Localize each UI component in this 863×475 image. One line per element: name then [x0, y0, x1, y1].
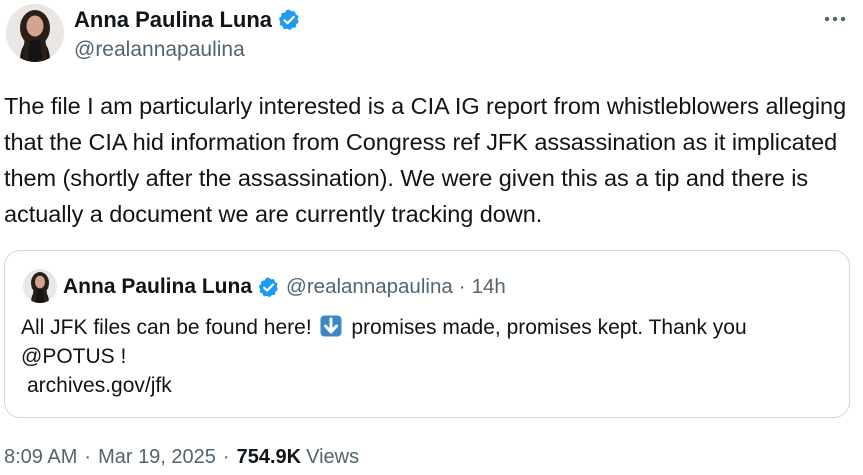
quote-text-part2: promises made, promises kept. Thank you — [351, 316, 747, 339]
author-block: Anna Paulina Luna @realannapaulina — [74, 6, 301, 62]
author-name-row: Anna Paulina Luna — [74, 6, 301, 34]
quote-header: Anna Paulina Luna @realannapaulina · 14h — [63, 273, 506, 301]
quote-link[interactable]: archives.gov/jfk — [21, 371, 841, 400]
tweet-header: Anna Paulina Luna @realannapaulina — [0, 0, 863, 70]
quoted-tweet[interactable]: Anna Paulina Luna @realannapaulina · 14h… — [4, 250, 850, 418]
tweet-text: The file I am particularly interested is… — [4, 93, 847, 227]
tweet-footer: 8:09 AM · Mar 19, 2025 · 754.9K Views — [4, 446, 359, 469]
quote-display-name[interactable]: Anna Paulina Luna — [63, 275, 252, 299]
tweet: Anna Paulina Luna @realannapaulina The f… — [0, 0, 863, 475]
quote-verified-badge-icon — [257, 276, 280, 299]
quote-avatar[interactable] — [23, 269, 57, 303]
tweet-time[interactable]: 8:09 AM — [4, 446, 77, 469]
quote-text-part1: All JFK files can be found here! — [21, 316, 312, 339]
quote-mention[interactable]: @POTUS ! — [21, 345, 126, 368]
views-label: Views — [306, 446, 360, 468]
down-arrow-emoji-icon — [320, 315, 342, 337]
footer-separator-2: · — [222, 446, 230, 468]
avatar[interactable] — [6, 4, 64, 62]
author-display-name[interactable]: Anna Paulina Luna — [74, 7, 272, 33]
author-handle[interactable]: @realannapaulina — [74, 38, 301, 62]
quote-text: All JFK files can be found here! promise… — [21, 313, 841, 400]
quote-handle[interactable]: @realannapaulina — [286, 275, 453, 299]
quote-separator: · — [458, 275, 466, 298]
more-options-icon[interactable] — [821, 8, 849, 30]
views-count: 754.9K — [236, 446, 302, 468]
verified-badge-icon[interactable] — [277, 8, 301, 32]
tweet-date[interactable]: Mar 19, 2025 — [98, 446, 216, 469]
footer-separator: · — [84, 446, 92, 468]
quote-timestamp[interactable]: 14h — [472, 275, 506, 299]
